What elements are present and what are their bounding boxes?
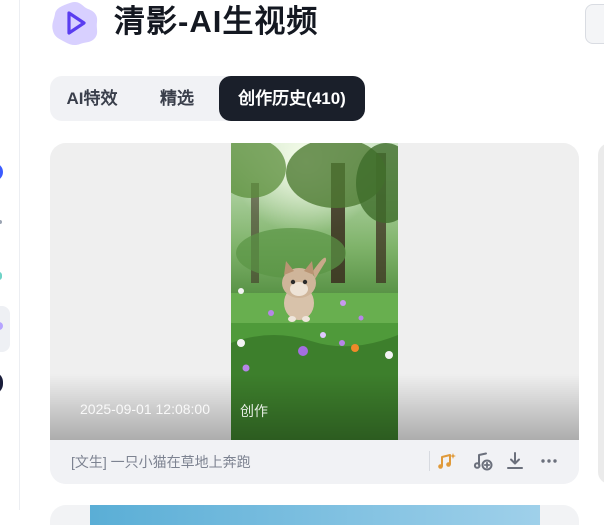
video-thumbnail[interactable] — [90, 505, 540, 525]
video-card[interactable]: 2025-09-01 12:08:00 创作 [文生] 一只小猫在草地上奔跑 — [50, 143, 579, 484]
sidebar-item-icon[interactable] — [0, 220, 2, 224]
music-icon[interactable] — [434, 448, 460, 474]
tab-creation-history[interactable]: 创作历史(410) — [219, 76, 365, 121]
prompt-text: [文生] 一只小猫在草地上奔跑 — [71, 454, 251, 470]
download-icon[interactable] — [502, 448, 528, 474]
sidebar-item-icon[interactable] — [0, 372, 3, 394]
sidebar-item-icon[interactable] — [0, 272, 2, 280]
sidebar — [0, 0, 20, 510]
card-footer: [文生] 一只小猫在草地上奔跑 — [50, 440, 579, 484]
tab-featured[interactable]: 精选 — [140, 76, 214, 121]
top-right-button[interactable] — [585, 4, 604, 44]
video-thumbnail[interactable] — [231, 143, 398, 440]
creation-badge: 创作 — [240, 403, 268, 419]
sidebar-item-icon[interactable] — [0, 163, 3, 181]
page-title: 清影-AI生视频 — [114, 4, 319, 39]
tab-bar: AI特效 精选 创作历史(410) — [50, 76, 365, 121]
next-video-card[interactable] — [598, 143, 604, 484]
more-icon[interactable] — [536, 448, 562, 474]
video-preview[interactable]: 2025-09-01 12:08:00 创作 — [50, 143, 579, 440]
created-timestamp: 2025-09-01 12:08:00 — [80, 401, 210, 417]
next-row-video-card[interactable] — [50, 505, 579, 525]
play-triangle-icon — [50, 0, 100, 46]
add-audio-icon[interactable] — [470, 448, 496, 474]
divider — [429, 451, 430, 471]
tab-ai-effects[interactable]: AI特效 — [50, 76, 134, 121]
